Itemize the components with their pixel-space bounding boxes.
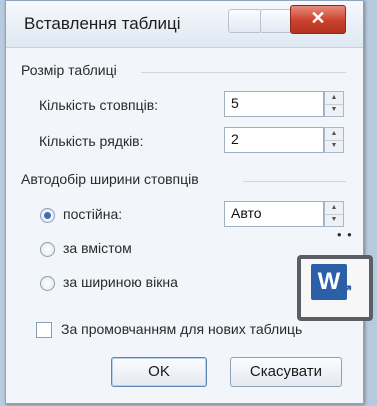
fixed-width-label: постійна: [63,206,123,222]
close-icon: ✕ [310,8,326,28]
autofit-window-label: за шириною вікна [63,274,178,290]
fixed-width-input[interactable]: Авто [224,201,324,227]
rows-stepper[interactable]: ▲ ▼ [324,127,344,153]
columns-label: Кількість стовпців: [39,97,159,113]
word-logo-mark: ↗ [341,281,353,297]
insert-table-dialog: Вставлення таблиці ✕ Розмір таблиці Кіль… [5,0,364,404]
fixed-width-radio[interactable] [40,208,55,223]
autofit-window-radio[interactable] [40,276,55,291]
autofit-contents-label: за вмістом [63,240,132,256]
fixed-width-stepper[interactable]: ▲ ▼ [324,201,344,227]
rows-down-arrow-icon[interactable]: ▼ [325,140,343,152]
maximize-button[interactable] [260,9,292,33]
minimize-button[interactable] [228,9,262,33]
group-divider [243,181,346,182]
close-button[interactable]: ✕ [290,5,346,34]
background-strip [362,0,377,406]
group-divider [141,72,346,73]
word-app-badge: W ↗ [297,255,373,321]
remember-dimensions-label: За промовчанням для нових таблиць [61,321,303,337]
dialog-title: Вставлення таблиці [24,14,181,33]
autofit-contents-radio[interactable] [40,242,55,257]
columns-input[interactable]: 5 [224,91,324,117]
columns-stepper[interactable]: ▲ ▼ [324,91,344,117]
columns-down-arrow-icon[interactable]: ▼ [325,104,343,116]
cancel-button[interactable]: Скасувати [230,357,342,387]
remember-dimensions-checkbox[interactable] [36,322,52,338]
table-size-heading: Розмір таблиці [21,62,117,78]
more-icon: • • [337,227,353,242]
fixed-width-down-arrow-icon[interactable]: ▼ [325,214,343,226]
rows-input[interactable]: 2 [224,127,324,153]
ok-button[interactable]: OK [111,357,207,387]
rows-label: Кількість рядків: [39,133,144,149]
autofit-heading: Автодобір ширини стовпців [21,171,199,187]
title-bar: Вставлення таблиці ✕ [6,1,363,48]
